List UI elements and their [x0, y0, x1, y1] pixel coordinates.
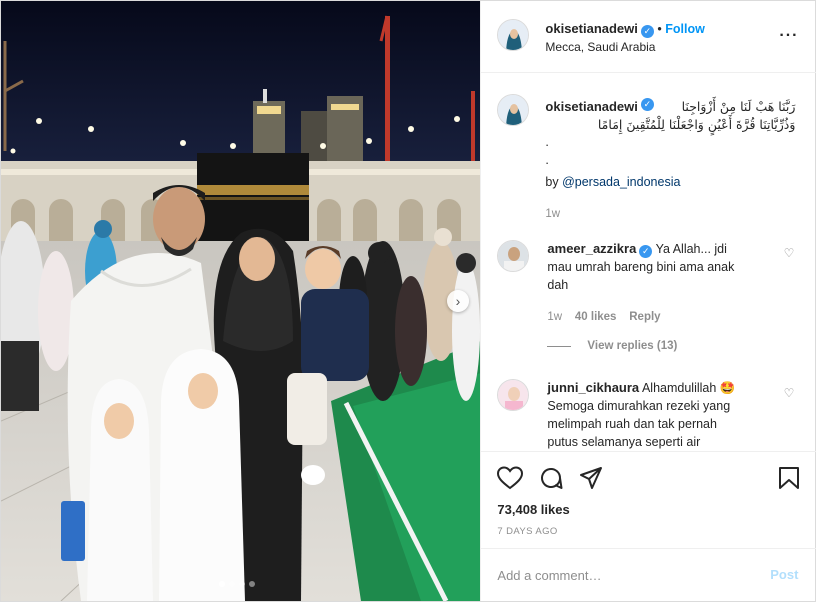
girl-in-white-middle: [159, 349, 245, 601]
share-icon[interactable]: [579, 466, 603, 490]
comment: junni_cikhaura Alhamdulillah 🤩 Semoga di…: [547, 379, 777, 451]
view-replies-button[interactable]: View replies (13): [547, 340, 677, 352]
comment-text: melimpah ruah dan tak pernah: [547, 417, 717, 431]
view-replies-label: View replies (13): [587, 340, 678, 352]
comment-text: Alhamdulillah 🤩: [641, 381, 736, 395]
comment-text: putus selamanya seperti air: [547, 435, 701, 449]
crane-right: [471, 91, 475, 171]
caption-dot: .: [545, 153, 549, 167]
comment-text: mau umrah bareng bini ama anak: [547, 260, 735, 274]
replies-divider-line: [547, 345, 572, 347]
separator-bullet: •: [657, 22, 662, 36]
caption-avatar[interactable]: [497, 94, 530, 126]
verified-badge-icon: ✓: [640, 25, 654, 38]
photo-illustration: [1, 1, 481, 601]
mention-link[interactable]: @persada_indonesia: [562, 175, 680, 189]
carousel-dot: [249, 581, 255, 587]
comment-username[interactable]: junni_cikhaura: [547, 380, 639, 395]
post-comment-button[interactable]: Post: [770, 567, 798, 582]
comment-like-heart-icon[interactable]: ♡: [784, 386, 795, 400]
caption-arabic-line2: وَذُرِّيَّاتِنَا قُرَّةَ أَعْيُنٍ وَاجْع…: [597, 117, 796, 132]
chevron-right-icon[interactable]: ›: [447, 290, 469, 312]
verified-badge-icon: ✓: [639, 245, 653, 258]
heart-icon[interactable]: [497, 466, 524, 490]
comments-list[interactable]: okisetianadewi ✓ رَبَّنَا هَبْ لَنَا مِنْ…: [481, 74, 816, 451]
carousel-dots: [219, 581, 255, 587]
location-link[interactable]: Mecca, Saudi Arabia: [545, 40, 655, 54]
verified-badge-icon: ✓: [640, 98, 654, 111]
carousel-dot: [219, 581, 225, 587]
comment-avatar[interactable]: [497, 379, 530, 411]
comment-time[interactable]: 1w: [547, 311, 562, 323]
avatar[interactable]: [497, 19, 530, 51]
reply-button[interactable]: Reply: [629, 311, 660, 323]
carousel-dot: [229, 581, 235, 587]
comment-text: Ya Allah... jdi: [655, 242, 727, 256]
comment-icon[interactable]: [539, 466, 563, 490]
caption-dot: .: [545, 135, 549, 149]
comment-text: dah: [547, 278, 569, 292]
comment-username[interactable]: ameer_azzikra: [547, 241, 636, 256]
caption: okisetianadewi ✓ رَبَّنَا هَبْ لَنَا مِنْ…: [545, 98, 795, 223]
comment-likes[interactable]: 40 likes: [575, 311, 617, 323]
post-header: okisetianadewi ✓ • Follow Mecca, Saudi Ar…: [481, 1, 816, 73]
comment: ameer_azzikra ✓ Ya Allah... jdi mau umrah…: [547, 240, 777, 326]
comment-like-heart-icon[interactable]: ♡: [784, 246, 795, 260]
caption-time[interactable]: 1w: [545, 205, 795, 223]
comment-avatar[interactable]: [497, 240, 530, 272]
more-horizontal-icon[interactable]: ···: [779, 27, 798, 45]
bookmark-icon[interactable]: [778, 466, 800, 490]
caption-arabic-line1: رَبَّنَا هَبْ لَنَا مِنْ أَزْوَاجِنَا: [681, 99, 796, 114]
instagram-post: › okisetianadewi ✓ • Follow Mecca, Saudi …: [0, 0, 816, 602]
add-comment-bar: Post: [481, 548, 816, 602]
username-link[interactable]: okisetianadewi: [545, 21, 637, 36]
likes-count[interactable]: 73,408 likes: [497, 502, 569, 517]
follow-button[interactable]: Follow: [665, 22, 705, 36]
header-name-line: okisetianadewi ✓ • Follow: [545, 21, 705, 38]
post-actions: 73,408 likes 7 DAYS AGO Post: [481, 451, 816, 601]
caption-by-prefix: by: [545, 175, 563, 189]
post-photo[interactable]: ›: [1, 1, 481, 601]
post-timestamp[interactable]: 7 DAYS AGO: [497, 526, 557, 537]
post-sidebar: okisetianadewi ✓ • Follow Mecca, Saudi Ar…: [480, 1, 816, 601]
caption-username[interactable]: okisetianadewi: [545, 98, 637, 116]
comment-input[interactable]: [497, 565, 758, 585]
carousel-dot: [239, 581, 245, 587]
comment-text: Semoga dimurahkan rezeki yang: [547, 399, 731, 413]
